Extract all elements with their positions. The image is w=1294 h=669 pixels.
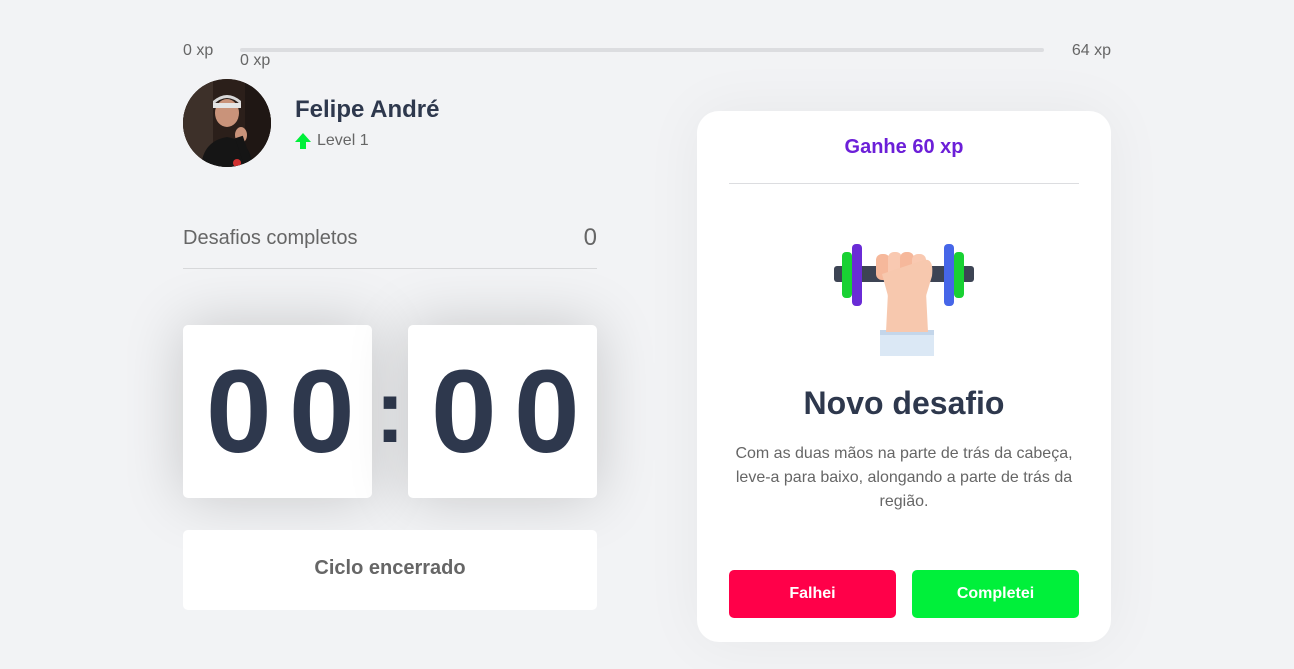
challenge-xp-reward: Ganhe 60 xp (729, 111, 1079, 184)
countdown-seconds: 0 0 (408, 325, 597, 498)
profile-name: Felipe André (295, 96, 440, 123)
cycle-ended-button[interactable]: Ciclo encerrado (183, 530, 597, 610)
challenge-body: Novo desafio Com as duas mãos na parte d… (729, 244, 1079, 514)
experience-bar: 0 xp 0 xp 64 xp (183, 40, 1111, 70)
challenge-failed-button[interactable]: Falhei (729, 570, 896, 618)
completed-challenges-count: 0 (583, 224, 597, 251)
challenge-description: Com as duas mãos na parte de trás da cab… (735, 445, 1073, 510)
countdown-separator: : (375, 361, 405, 462)
avatar (183, 79, 271, 167)
profile-info: Felipe André Level 1 (295, 96, 439, 150)
challenge-actions: Falhei Completei (729, 570, 1079, 618)
xp-current-label: 0 xp (240, 52, 271, 69)
xp-max-label: 64 xp (1071, 42, 1111, 59)
profile-level-label: Level 1 (317, 132, 369, 149)
xp-min-label: 0 xp (183, 42, 214, 59)
completed-challenges-label: Desafios completos (183, 227, 358, 249)
seconds-digit-left: 0 (431, 345, 497, 478)
seconds-digit-right: 0 (514, 345, 580, 478)
xp-track (240, 48, 1044, 52)
completed-challenges: Desafios completos 0 (183, 220, 597, 269)
countdown: 0 0 : 0 0 (183, 325, 597, 498)
profile-level: Level 1 (295, 132, 439, 150)
minutes-digit-left: 0 (206, 345, 272, 478)
countdown-minutes: 0 0 (183, 325, 372, 498)
challenge-title: Novo desafio (803, 385, 1005, 421)
challenge-completed-button[interactable]: Completei (912, 570, 1079, 618)
minutes-digit-right: 0 (289, 345, 355, 478)
dumbbell-icon (833, 244, 974, 356)
profile: Felipe André Level 1 (183, 79, 439, 167)
challenge-card: Ganhe 60 xp Novo desafio Com as duas mão… (697, 111, 1111, 642)
level-up-arrow-icon (295, 133, 311, 149)
